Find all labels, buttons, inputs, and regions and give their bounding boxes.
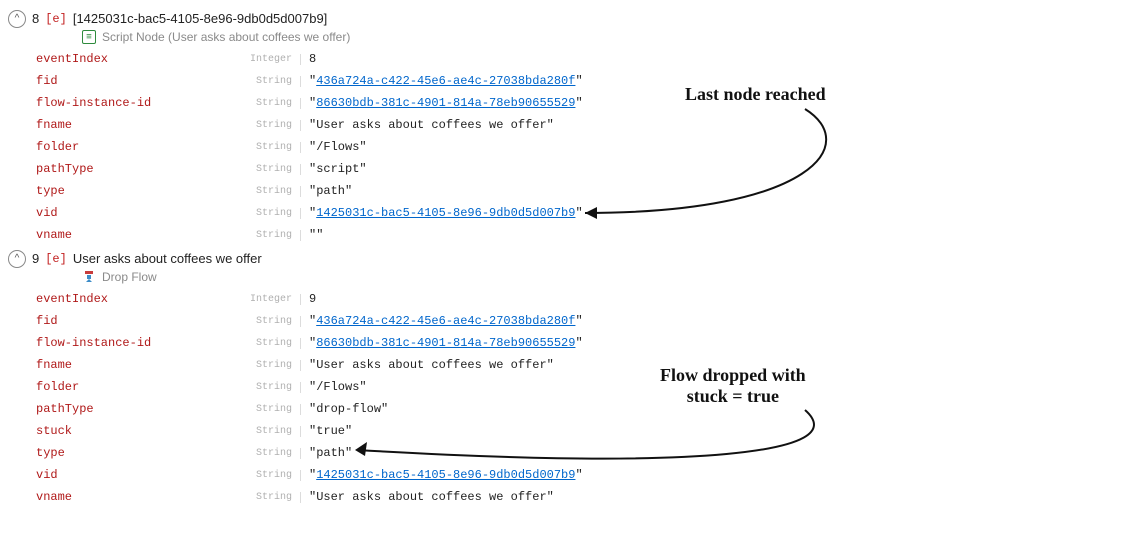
val: "path" <box>301 184 352 198</box>
event-header: ^ 9 [e] User asks about coffees we offer <box>8 250 1122 268</box>
link-flow-instance-id[interactable]: 86630bdb-381c-4901-814a-78eb90655529 <box>316 96 575 110</box>
val: "/Flows" <box>301 380 367 394</box>
annotation-flow-dropped: Flow dropped with stuck = true <box>660 365 806 406</box>
val: "436a724a-c422-45e6-ae4c-27038bda280f" <box>301 314 583 328</box>
event-header: ^ 8 [e] [1425031c-bac5-4105-8e96-9db0d5d… <box>8 10 1122 28</box>
row-fid: fid String "436a724a-c422-45e6-ae4c-2703… <box>36 310 1122 332</box>
val: "" <box>301 228 323 242</box>
key: vname <box>36 490 232 504</box>
row-flow-instance-id: flow-instance-id String "86630bdb-381c-4… <box>36 332 1122 354</box>
event-tag: [e] <box>45 250 67 268</box>
val: "script" <box>301 162 367 176</box>
type: String <box>232 360 301 371</box>
event-subtitle: Drop Flow <box>82 270 1122 284</box>
val: 9 <box>301 292 316 306</box>
type: String <box>232 426 301 437</box>
key: fname <box>36 358 232 372</box>
key: vid <box>36 206 232 220</box>
type: String <box>232 470 301 481</box>
key: folder <box>36 380 232 394</box>
type: String <box>232 142 301 153</box>
type: String <box>232 404 301 415</box>
type: String <box>232 208 301 219</box>
event-title: User asks about coffees we offer <box>73 250 262 268</box>
type: Integer <box>232 294 301 305</box>
key: fname <box>36 118 232 132</box>
val: "1425031c-bac5-4105-8e96-9db0d5d007b9" <box>301 206 583 220</box>
event-sub-label: Script Node (User asks about coffees we … <box>102 30 350 44</box>
drop-flow-icon <box>82 270 96 284</box>
val: "/Flows" <box>301 140 367 154</box>
event-index: 8 <box>32 10 39 28</box>
link-flow-instance-id[interactable]: 86630bdb-381c-4901-814a-78eb90655529 <box>316 336 575 350</box>
type: Integer <box>232 54 301 65</box>
val: "436a724a-c422-45e6-ae4c-27038bda280f" <box>301 74 583 88</box>
row-eventIndex: eventIndex Integer 8 <box>36 48 1122 70</box>
key: stuck <box>36 424 232 438</box>
chevron-up-icon: ^ <box>15 250 20 268</box>
key: type <box>36 184 232 198</box>
event-tag: [e] <box>45 10 67 28</box>
event-title: [1425031c-bac5-4105-8e96-9db0d5d007b9] <box>73 10 327 28</box>
val: "86630bdb-381c-4901-814a-78eb90655529" <box>301 336 583 350</box>
key: flow-instance-id <box>36 96 232 110</box>
event-index: 9 <box>32 250 39 268</box>
row-folder: folder String "/Flows" <box>36 376 1122 398</box>
arrow-last-node-icon <box>575 103 905 233</box>
event-subtitle: ≡ Script Node (User asks about coffees w… <box>82 30 1122 44</box>
type: String <box>232 448 301 459</box>
type: String <box>232 492 301 503</box>
type: String <box>232 186 301 197</box>
row-fid: fid String "436a724a-c422-45e6-ae4c-2703… <box>36 70 1122 92</box>
arrow-flow-dropped-icon <box>345 404 875 494</box>
key: type <box>36 446 232 460</box>
key: pathType <box>36 162 232 176</box>
key: pathType <box>36 402 232 416</box>
type: String <box>232 338 301 349</box>
link-fid[interactable]: 436a724a-c422-45e6-ae4c-27038bda280f <box>316 314 575 328</box>
type: String <box>232 230 301 241</box>
row-eventIndex: eventIndex Integer 9 <box>36 288 1122 310</box>
val: "User asks about coffees we offer" <box>301 118 554 132</box>
type: String <box>232 164 301 175</box>
key: eventIndex <box>36 292 232 306</box>
key: folder <box>36 140 232 154</box>
key: flow-instance-id <box>36 336 232 350</box>
val: "86630bdb-381c-4901-814a-78eb90655529" <box>301 96 583 110</box>
row-fname: fname String "User asks about coffees we… <box>36 354 1122 376</box>
type: String <box>232 98 301 109</box>
key: eventIndex <box>36 52 232 66</box>
type: String <box>232 76 301 87</box>
link-vid[interactable]: 1425031c-bac5-4105-8e96-9db0d5d007b9 <box>316 206 575 220</box>
link-fid[interactable]: 436a724a-c422-45e6-ae4c-27038bda280f <box>316 74 575 88</box>
key: vname <box>36 228 232 242</box>
val: "User asks about coffees we offer" <box>301 358 554 372</box>
type: String <box>232 120 301 131</box>
type: String <box>232 382 301 393</box>
val: 8 <box>301 52 316 66</box>
key: vid <box>36 468 232 482</box>
chevron-up-icon: ^ <box>15 10 20 28</box>
type: String <box>232 316 301 327</box>
key: fid <box>36 74 232 88</box>
script-node-icon: ≡ <box>82 30 96 44</box>
key: fid <box>36 314 232 328</box>
event-sub-label: Drop Flow <box>102 270 157 284</box>
annotation-last-node: Last node reached <box>685 84 826 105</box>
collapse-toggle[interactable]: ^ <box>8 10 26 28</box>
collapse-toggle[interactable]: ^ <box>8 250 26 268</box>
